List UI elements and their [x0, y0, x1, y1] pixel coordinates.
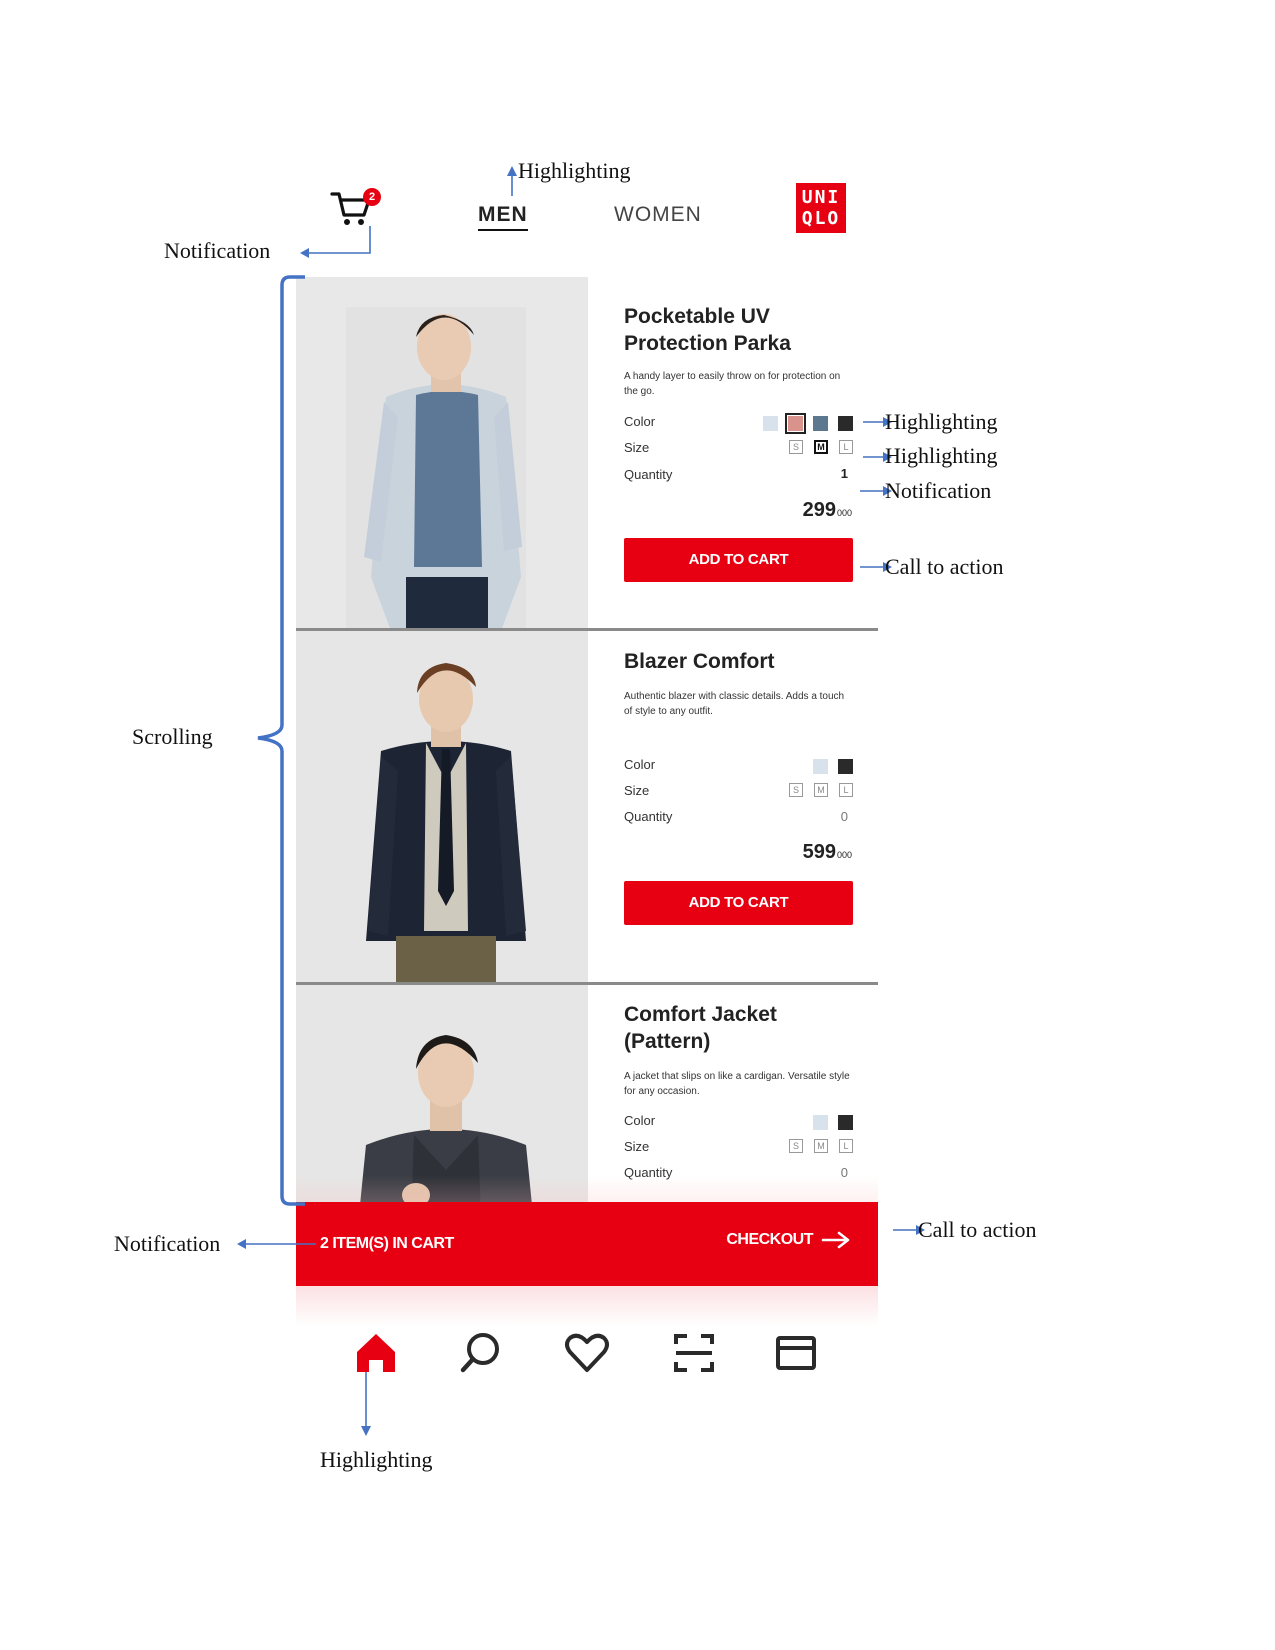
nav-favorites[interactable]: [564, 1330, 610, 1376]
color-swatch-salmon-selected[interactable]: [785, 413, 806, 434]
annotation-highlighting-home: Highlighting: [320, 1447, 433, 1472]
product-price: 299000: [803, 499, 852, 522]
product-description: A jacket that slips on like a cardigan. …: [624, 1071, 850, 1097]
quantity-value[interactable]: 0: [841, 809, 848, 824]
model-photo: [296, 277, 588, 628]
logo-line-1: UNI: [801, 187, 841, 208]
model-photo: [296, 631, 588, 982]
logo-line-2: QLO: [801, 208, 841, 229]
product-photo: [296, 985, 588, 1202]
product-description: A handy layer to easily throw on for pro…: [624, 371, 841, 397]
scan-icon: [674, 1334, 714, 1372]
product-title: Pocketable UV Protection Parka: [624, 305, 791, 355]
size-label: Size: [624, 1139, 650, 1154]
uniqlo-logo[interactable]: UNI QLO: [796, 183, 846, 233]
search-icon: [460, 1333, 499, 1373]
nav-home[interactable]: [353, 1330, 399, 1376]
price-suffix: 000: [836, 508, 852, 518]
color-swatch-black[interactable]: [838, 1115, 853, 1130]
annotation-highlighting-size: Highlighting: [885, 443, 998, 468]
color-swatch-black[interactable]: [838, 416, 853, 431]
product-info: Pocketable UV Protection Parka A handy l…: [588, 277, 878, 628]
model-photo: [296, 985, 588, 1202]
annotation-highlighting-tab: Highlighting: [518, 158, 631, 183]
annotation-notification-quantity: Notification: [885, 478, 992, 503]
product-card: Comfort Jacket (Pattern) A jacket that s…: [296, 985, 878, 1202]
add-to-cart-button[interactable]: ADD TO CART: [624, 881, 853, 925]
color-swatch-slate-blue[interactable]: [813, 416, 828, 431]
product-info: Blazer Comfort Authentic blazer with cla…: [588, 631, 878, 982]
cart-button[interactable]: 2: [329, 188, 381, 232]
color-label: Color: [624, 757, 656, 772]
annotation-notification-cart-bar: Notification: [114, 1231, 221, 1256]
product-card: Pocketable UV Protection Parka A handy l…: [296, 277, 878, 631]
size-l[interactable]: L: [839, 783, 853, 797]
annotation-notification-cart: Notification: [164, 238, 271, 263]
cart-bar: 2 ITEM(S) IN CART CHECKOUT: [296, 1202, 878, 1286]
size-l[interactable]: L: [839, 1139, 853, 1153]
heart-icon: [565, 1333, 609, 1372]
add-to-cart-button[interactable]: ADD TO CART: [624, 538, 853, 582]
scroll-fade: [296, 1175, 878, 1202]
annotation-cta-checkout: Call to action: [918, 1217, 1037, 1242]
tab-men[interactable]: MEN: [478, 203, 528, 231]
annotation-cta-add-to-cart: Call to action: [885, 554, 1004, 579]
cart-bar-shadow: [296, 1286, 878, 1326]
quantity-value[interactable]: 1: [841, 466, 848, 481]
size-m[interactable]: M: [814, 783, 828, 797]
checkout-label: CHECKOUT: [726, 1231, 813, 1248]
size-s[interactable]: S: [789, 783, 803, 797]
price-main: 599: [802, 841, 836, 863]
product-list[interactable]: Pocketable UV Protection Parka A handy l…: [296, 277, 878, 1202]
quantity-label: Quantity: [624, 467, 673, 482]
size-m[interactable]: M: [814, 1139, 828, 1153]
size-label: Size: [624, 440, 650, 455]
quantity-label: Quantity: [624, 809, 673, 824]
product-title: Comfort Jacket (Pattern): [624, 1003, 777, 1053]
annotation-highlighting-color: Highlighting: [885, 409, 998, 434]
size-s[interactable]: S: [789, 440, 803, 454]
size-m-selected[interactable]: M: [814, 440, 828, 454]
nav-membership-card[interactable]: [773, 1330, 819, 1376]
arrow-right-icon: [821, 1231, 850, 1249]
price-main: 299: [802, 499, 836, 521]
product-card: Blazer Comfort Authentic blazer with cla…: [296, 631, 878, 985]
color-label: Color: [624, 414, 656, 429]
color-swatch-light-blue[interactable]: [813, 759, 828, 774]
product-title: Blazer Comfort: [624, 650, 775, 673]
price-suffix: 000: [836, 850, 852, 860]
color-swatch-light-blue[interactable]: [763, 416, 778, 431]
product-photo: [296, 277, 588, 628]
size-label: Size: [624, 783, 650, 798]
product-price: 599000: [803, 841, 852, 864]
card-icon: [776, 1336, 816, 1370]
product-info: Comfort Jacket (Pattern) A jacket that s…: [588, 985, 878, 1202]
tab-women[interactable]: WOMEN: [614, 203, 702, 227]
cart-badge: 2: [363, 188, 381, 206]
checkout-button[interactable]: CHECKOUT: [726, 1231, 851, 1249]
size-l[interactable]: L: [839, 440, 853, 454]
product-photo: [296, 631, 588, 982]
nav-search[interactable]: [458, 1330, 504, 1376]
color-swatch-black[interactable]: [838, 759, 853, 774]
nav-scan[interactable]: [671, 1330, 717, 1376]
color-label: Color: [624, 1113, 656, 1128]
size-s[interactable]: S: [789, 1139, 803, 1153]
home-icon: [357, 1334, 395, 1372]
cart-badge-count: 2: [368, 191, 376, 203]
product-description: Authentic blazer with classic details. A…: [624, 691, 845, 717]
color-swatch-light-blue[interactable]: [813, 1115, 828, 1130]
annotation-scrolling: Scrolling: [132, 724, 213, 749]
cart-count-text: 2 ITEM(S) IN CART: [320, 1235, 454, 1252]
